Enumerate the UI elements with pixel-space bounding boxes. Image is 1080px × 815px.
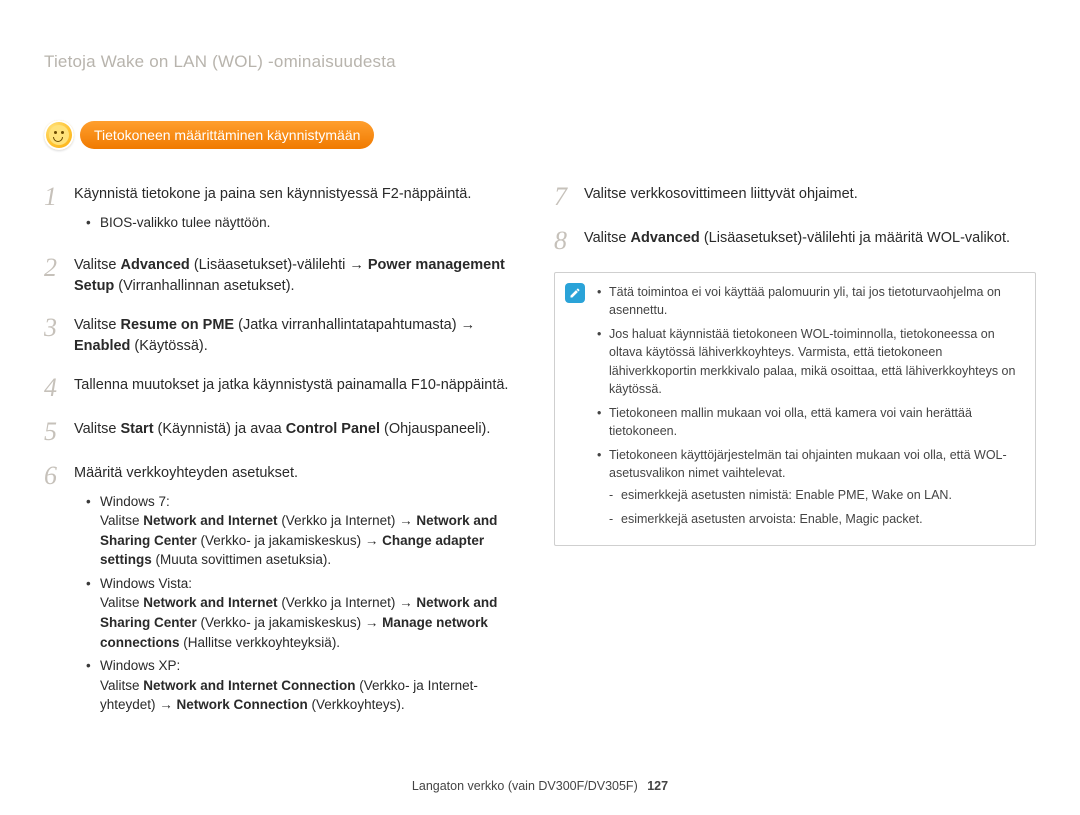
step-text: Käynnistä tietokone ja paina sen käynnis… xyxy=(74,184,471,205)
step-sub-list: Windows 7:Valitse Network and Internet (… xyxy=(74,492,526,715)
note-sub-item: esimerkkejä asetusten nimistä: Enable PM… xyxy=(609,486,1021,504)
step: 3 Valitse Resume on PME (Jatka virranhall… xyxy=(44,315,526,357)
step-number: 2 xyxy=(44,255,64,281)
step-number: 4 xyxy=(44,375,64,401)
step-sub-list: BIOS-valikko tulee näyttöön. xyxy=(74,213,471,233)
note-item: Tätä toimintoa ei voi käyttää palomuurin… xyxy=(597,283,1021,319)
footer-text: Langaton verkko (vain DV300F/DV305F) xyxy=(412,779,638,793)
page-footer: Langaton verkko (vain DV300F/DV305F) 127 xyxy=(0,779,1080,793)
step-body: Valitse Start (Käynnistä) ja avaa Contro… xyxy=(74,419,490,440)
step-number: 1 xyxy=(44,184,64,210)
step-number: 3 xyxy=(44,315,64,341)
section-badge: Tietokoneen määrittäminen käynnistymään xyxy=(44,120,1036,150)
step-body: Valitse verkkosovittimeen liittyvät ohja… xyxy=(584,184,858,205)
step-number: 6 xyxy=(44,463,64,489)
step: 2 Valitse Advanced (Lisäasetukset)-välile… xyxy=(44,255,526,297)
step: 8 Valitse Advanced (Lisäasetukset)-välile… xyxy=(554,228,1036,254)
step-text: Valitse Resume on PME (Jatka virranhalli… xyxy=(74,315,526,357)
step-sub-item: Windows 7:Valitse Network and Internet (… xyxy=(100,492,526,570)
step-text: Valitse Advanced (Lisäasetukset)-välileh… xyxy=(584,228,1010,249)
page-number: 127 xyxy=(647,779,668,793)
step-text: Valitse Advanced (Lisäasetukset)-välileh… xyxy=(74,255,526,297)
step-body: Valitse Advanced (Lisäasetukset)-välileh… xyxy=(74,255,526,297)
note-icon xyxy=(565,283,585,303)
step-number: 7 xyxy=(554,184,574,210)
step-body: Valitse Advanced (Lisäasetukset)-välileh… xyxy=(584,228,1010,249)
step-text: Valitse Start (Käynnistä) ja avaa Contro… xyxy=(74,419,490,440)
note-sub-list: esimerkkejä asetusten nimistä: Enable PM… xyxy=(609,486,1021,528)
note-item: Tietokoneen mallin mukaan voi olla, että… xyxy=(597,404,1021,440)
right-column: 7 Valitse verkkosovittimeen liittyvät ohj… xyxy=(554,184,1036,737)
note-sub-item: esimerkkejä asetusten arvoista: Enable, … xyxy=(609,510,1021,528)
note-list: Tätä toimintoa ei voi käyttää palomuurin… xyxy=(597,283,1021,529)
step: 1 Käynnistä tietokone ja paina sen käynni… xyxy=(44,184,526,237)
step: 5 Valitse Start (Käynnistä) ja avaa Contr… xyxy=(44,419,526,445)
smiley-icon xyxy=(44,120,74,150)
step-sub-item: Windows XP:Valitse Network and Internet … xyxy=(100,656,526,715)
note-item: Tietokoneen käyttöjärjestelmän tai ohjai… xyxy=(597,446,1021,529)
step: 7 Valitse verkkosovittimeen liittyvät ohj… xyxy=(554,184,1036,210)
step-body: Valitse Resume on PME (Jatka virranhalli… xyxy=(74,315,526,357)
step: 4 Tallenna muutokset ja jatka käynnistyst… xyxy=(44,375,526,401)
note-box: Tätä toimintoa ei voi käyttää palomuurin… xyxy=(554,272,1036,546)
step: 6 Määritä verkkoyhteyden asetukset. Window… xyxy=(44,463,526,719)
step-text: Valitse verkkosovittimeen liittyvät ohja… xyxy=(584,184,858,205)
step-number: 5 xyxy=(44,419,64,445)
section-badge-label: Tietokoneen määrittäminen käynnistymään xyxy=(80,121,374,149)
note-item: Jos haluat käynnistää tietokoneen WOL-to… xyxy=(597,325,1021,398)
step-sub-item: BIOS-valikko tulee näyttöön. xyxy=(100,213,471,233)
step-body: Tallenna muutokset ja jatka käynnistystä… xyxy=(74,375,508,396)
left-column: 1 Käynnistä tietokone ja paina sen käynni… xyxy=(44,184,526,737)
step-text: Tallenna muutokset ja jatka käynnistystä… xyxy=(74,375,508,396)
step-body: Määritä verkkoyhteyden asetukset. Windows… xyxy=(74,463,526,719)
step-body: Käynnistä tietokone ja paina sen käynnis… xyxy=(74,184,471,237)
step-sub-item: Windows Vista:Valitse Network and Intern… xyxy=(100,574,526,652)
step-number: 8 xyxy=(554,228,574,254)
page-title: Tietoja Wake on LAN (WOL) -ominaisuudest… xyxy=(44,52,1036,72)
step-text: Määritä verkkoyhteyden asetukset. xyxy=(74,463,526,484)
